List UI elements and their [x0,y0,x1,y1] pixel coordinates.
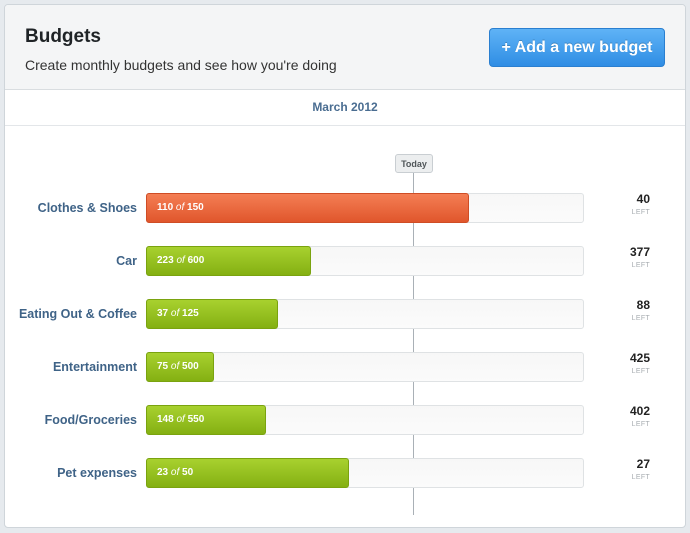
budget-bar-track[interactable]: 37 of 125 [146,299,584,329]
budget-category[interactable]: Eating Out & Coffee [19,299,137,329]
budget-bar-fill: 148 of 550 [146,405,266,435]
budget-category[interactable]: Entertainment [53,352,137,382]
left-amount: 377 [629,245,650,259]
budget-bar-track[interactable]: 148 of 550 [146,405,584,435]
page-title: Budgets [25,26,101,47]
left-amount: 425 [629,351,650,365]
spent-amount: 75 [157,361,169,372]
of-text: of [175,202,185,213]
of-text: of [176,255,185,266]
budget-row: Food/Groceries 148 of 550 402 LEFT [0,404,682,435]
spent-amount: 223 [157,255,174,266]
header: Budgets Create monthly budgets and see h… [5,5,685,90]
spent-amount: 148 [157,414,174,425]
budget-category[interactable]: Clothes & Shoes [38,193,137,223]
left-amount: 402 [629,404,650,418]
spent-amount: 110 [157,202,174,213]
budget-bar-fill: 23 of 50 [146,458,349,488]
left-amount: 40 [636,192,650,206]
budget-row: Pet expenses 23 of 50 27 LEFT [0,457,682,488]
month-label[interactable]: March 2012 [5,89,685,126]
budget-bar-fill: 37 of 125 [146,299,278,329]
budget-bar-track[interactable]: 223 of 600 [146,246,584,276]
budget-bar-fill: 223 of 600 [146,246,311,276]
budget-row: Eating Out & Coffee 37 of 125 88 LEFT [0,298,682,329]
left-label: LEFT [631,474,650,481]
budget-category[interactable]: Pet expenses [57,458,137,488]
budget-total: 50 [182,467,194,478]
left-label: LEFT [631,262,650,269]
left-label: LEFT [631,368,650,375]
spent-amount: 23 [157,467,169,478]
budget-category[interactable]: Food/Groceries [45,405,137,435]
spent-amount: 37 [157,308,169,319]
budget-bar-fill: 75 of 500 [146,352,214,382]
budget-total: 125 [182,308,199,319]
budget-bar-track[interactable]: 110 of 150 [146,193,584,223]
budget-bar-track[interactable]: 75 of 500 [146,352,584,382]
budget-bar-track[interactable]: 23 of 50 [146,458,584,488]
today-marker-label: Today [395,154,433,173]
budget-total: 600 [187,255,205,266]
page-subtitle: Create monthly budgets and see how you'r… [25,57,337,73]
budget-row: Car 223 of 600 377 LEFT [0,245,682,276]
budget-row: Clothes & Shoes 110 of 150 40 LEFT [0,192,682,223]
budget-row: Entertainment 75 of 500 425 LEFT [0,351,682,382]
of-text: of [170,308,180,319]
left-label: LEFT [631,315,650,322]
budget-total: 550 [187,414,205,425]
budget-category[interactable]: Car [116,246,137,276]
of-text: of [176,414,185,425]
left-label: LEFT [631,209,650,216]
of-text: of [170,361,180,372]
budget-total: 500 [182,361,199,372]
add-budget-button[interactable]: + Add a new budget [489,28,665,67]
budget-bar-fill: 110 of 150 [146,193,469,223]
left-label: LEFT [631,421,650,428]
left-amount: 27 [636,457,650,471]
budget-total: 150 [187,202,204,213]
of-text: of [170,467,180,478]
left-amount: 88 [636,298,650,312]
